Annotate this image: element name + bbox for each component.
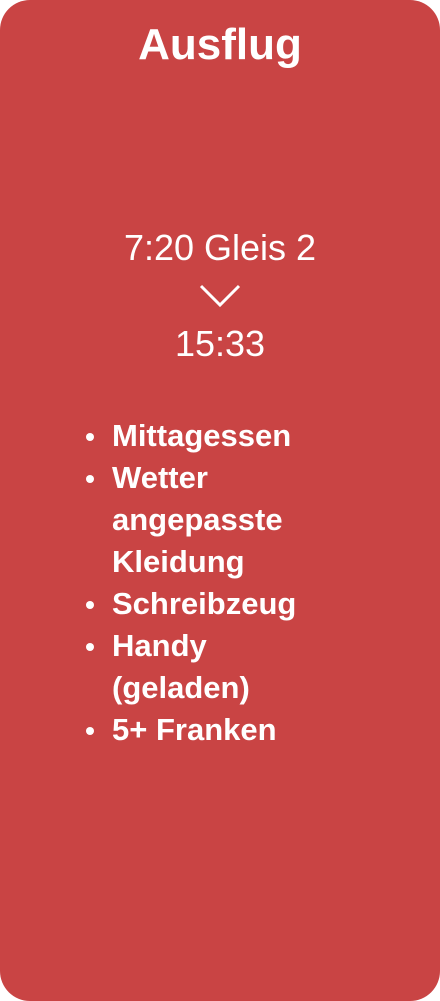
- list-item: 5+ Franken: [86, 709, 352, 751]
- checklist: Mittagessen Wetter angepasste Kleidung S…: [86, 415, 352, 751]
- arrival-time: 15:33: [174, 323, 266, 364]
- chevron-down-icon: [199, 284, 241, 308]
- card-title: Ausflug: [138, 20, 302, 69]
- departure-info: 7:20 Gleis 2: [123, 227, 317, 268]
- trip-card: Ausflug 7:20 Gleis 2 15:33 Mittagessen W…: [0, 0, 440, 1001]
- list-item: Schreibzeug: [86, 583, 352, 625]
- list-item: Mittagessen: [86, 415, 352, 457]
- list-item: Handy (geladen): [86, 625, 352, 709]
- list-item: Wetter angepasste Kleidung: [86, 457, 352, 583]
